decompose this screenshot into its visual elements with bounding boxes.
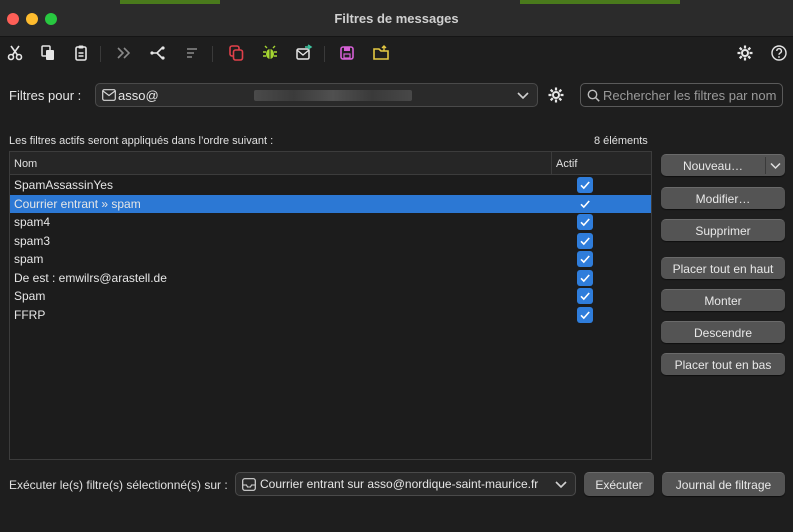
- checkmark-icon: [580, 292, 590, 301]
- window-title: Filtres de messages: [334, 11, 459, 26]
- filter-active-checkbox[interactable]: [577, 177, 593, 193]
- redacted-address: [254, 90, 412, 101]
- account-selected-value: asso@: [118, 88, 159, 103]
- item-count: 8 éléments: [594, 135, 648, 147]
- toolbar: [0, 37, 793, 69]
- fork-icon[interactable]: [146, 41, 170, 65]
- filter-name: spam3: [14, 233, 51, 248]
- column-header-name[interactable]: Nom: [14, 158, 37, 170]
- title-bar: Filtres de messages: [0, 0, 793, 37]
- new-filter-button[interactable]: Nouveau…: [661, 154, 785, 176]
- chevron-down-icon: [555, 481, 567, 489]
- mail-send-icon[interactable]: [292, 41, 316, 65]
- inbox-icon: [242, 478, 256, 491]
- checkmark-icon: [580, 310, 590, 319]
- chevron-down-icon[interactable]: [770, 161, 781, 170]
- cut-icon[interactable]: [3, 41, 27, 65]
- filter-name: Spam: [14, 289, 46, 303]
- checkmark-icon: [580, 236, 590, 245]
- folder-icon[interactable]: [369, 41, 393, 65]
- edit-filter-button[interactable]: Modifier…: [661, 187, 785, 209]
- list-icon[interactable]: [180, 41, 204, 65]
- wallpaper-strip: [520, 0, 680, 4]
- table-row[interactable]: spam4: [10, 213, 651, 231]
- table-row[interactable]: spam3: [10, 232, 651, 250]
- save-icon[interactable]: [335, 41, 359, 65]
- filters-for-label: Filtres pour :: [9, 88, 82, 103]
- move-up-button[interactable]: Monter: [661, 289, 785, 311]
- help-icon[interactable]: [767, 41, 791, 65]
- search-input[interactable]: [603, 87, 781, 104]
- move-down-button[interactable]: Descendre: [661, 321, 785, 343]
- column-header-active[interactable]: Actif: [556, 158, 577, 170]
- move-to-bottom-button[interactable]: Placer tout en bas: [661, 353, 785, 375]
- table-row[interactable]: Spam: [10, 287, 651, 305]
- table-row[interactable]: SpamAssassinYes: [10, 176, 651, 194]
- filter-active-checkbox[interactable]: [577, 214, 593, 230]
- checkmark-icon: [580, 255, 590, 264]
- copy-icon[interactable]: [36, 41, 60, 65]
- filter-active-checkbox[interactable]: [577, 251, 593, 267]
- toolbar-separator: [100, 46, 101, 62]
- checkmark-icon: [580, 181, 590, 190]
- table-row[interactable]: spam: [10, 250, 651, 268]
- paste-icon[interactable]: [69, 41, 93, 65]
- table-row[interactable]: Courrier entrant » spam: [10, 194, 651, 213]
- filter-name: De est : emwilrs@arastell.de: [14, 270, 167, 285]
- run-folder-select[interactable]: Courrier entrant sur asso@nordique-saint…: [235, 472, 576, 496]
- toolbar-separator: [324, 46, 325, 62]
- filter-active-checkbox[interactable]: [577, 269, 593, 286]
- move-to-top-button[interactable]: Placer tout en haut: [661, 257, 785, 279]
- filter-active-checkbox[interactable]: [577, 232, 593, 249]
- filter-name: Courrier entrant » spam: [14, 196, 141, 211]
- filter-name: FFRP: [14, 307, 46, 322]
- filter-active-checkbox[interactable]: [577, 306, 593, 323]
- account-select[interactable]: asso@: [95, 83, 538, 107]
- chevron-down-icon: [517, 92, 529, 100]
- new-button-divider: [765, 157, 766, 174]
- toolbar-separator: [212, 46, 213, 62]
- table-row[interactable]: FFRP: [10, 306, 651, 324]
- filter-name: SpamAssassinYes: [14, 178, 113, 192]
- bug-icon[interactable]: [258, 41, 282, 65]
- duplicate-icon[interactable]: [224, 41, 248, 65]
- order-description: Les filtres actifs seront appliqués dans…: [9, 135, 274, 147]
- filter-log-button[interactable]: Journal de filtrage: [662, 472, 785, 496]
- new-filter-label: Nouveau…: [682, 159, 744, 173]
- run-on-label: Exécuter le(s) filtre(s) sélectionné(s) …: [9, 478, 228, 492]
- checkmark-icon: [580, 199, 590, 208]
- table-header: Nom Actif: [10, 152, 651, 175]
- search-icon: [587, 89, 600, 102]
- checkmark-icon: [580, 218, 590, 227]
- filter-name: spam4: [14, 215, 51, 229]
- run-filters-button[interactable]: Exécuter: [584, 472, 654, 496]
- account-mail-icon: [102, 89, 116, 101]
- column-divider: [551, 152, 552, 175]
- filter-name: spam: [14, 252, 44, 266]
- forward-icon[interactable]: [112, 41, 136, 65]
- wallpaper-strip: [120, 0, 220, 4]
- gear-icon[interactable]: [733, 41, 757, 65]
- account-settings-gear-icon[interactable]: [547, 86, 565, 104]
- table-row[interactable]: De est : emwilrs@arastell.de: [10, 269, 651, 287]
- filter-search-box: [580, 83, 783, 107]
- delete-filter-button[interactable]: Supprimer: [661, 219, 785, 241]
- checkmark-icon: [580, 273, 590, 282]
- run-folder-value: Courrier entrant sur asso@nordique-saint…: [260, 477, 539, 491]
- filter-active-checkbox[interactable]: [577, 288, 593, 304]
- filter-active-checkbox[interactable]: [577, 196, 593, 212]
- filters-table: Nom Actif SpamAssassinYes Courrier entran…: [9, 151, 652, 460]
